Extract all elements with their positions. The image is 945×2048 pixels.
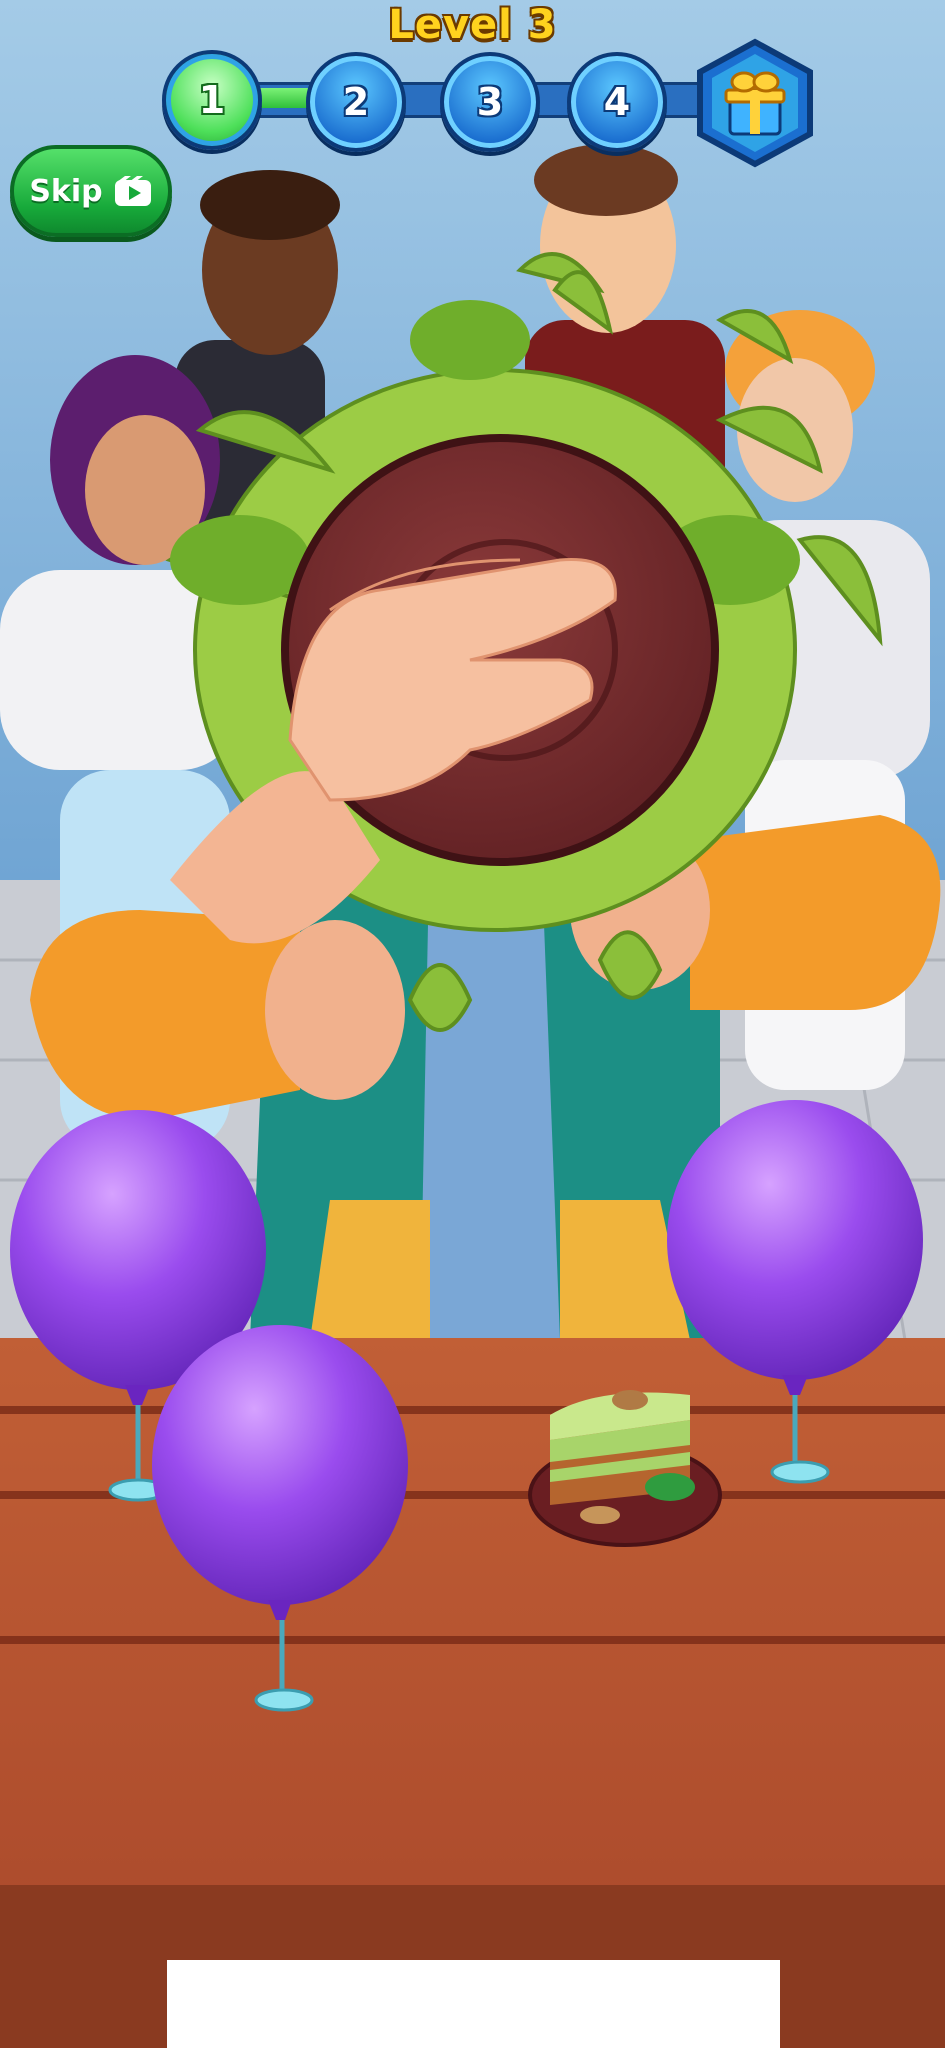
progress-step-3: 3: [440, 52, 540, 152]
video-ad-icon: [114, 176, 151, 206]
game-scene: [0, 0, 945, 2048]
progress-step-2: 2: [306, 52, 406, 152]
gift-box-icon: [724, 71, 786, 136]
skip-button[interactable]: Skip: [10, 145, 172, 237]
progress-step-1: 1: [162, 50, 262, 150]
progress-step-number: 4: [603, 80, 631, 124]
progress-step-4: 4: [567, 52, 667, 152]
skip-button-label: Skip: [29, 173, 103, 209]
progress-step-number: 3: [476, 80, 504, 124]
progress-step-number: 2: [342, 80, 370, 124]
progress-step-number: 1: [198, 78, 226, 122]
ad-banner-area: [167, 1960, 780, 2048]
left-fist: [265, 920, 405, 1100]
reward-gift-node: [690, 38, 820, 168]
